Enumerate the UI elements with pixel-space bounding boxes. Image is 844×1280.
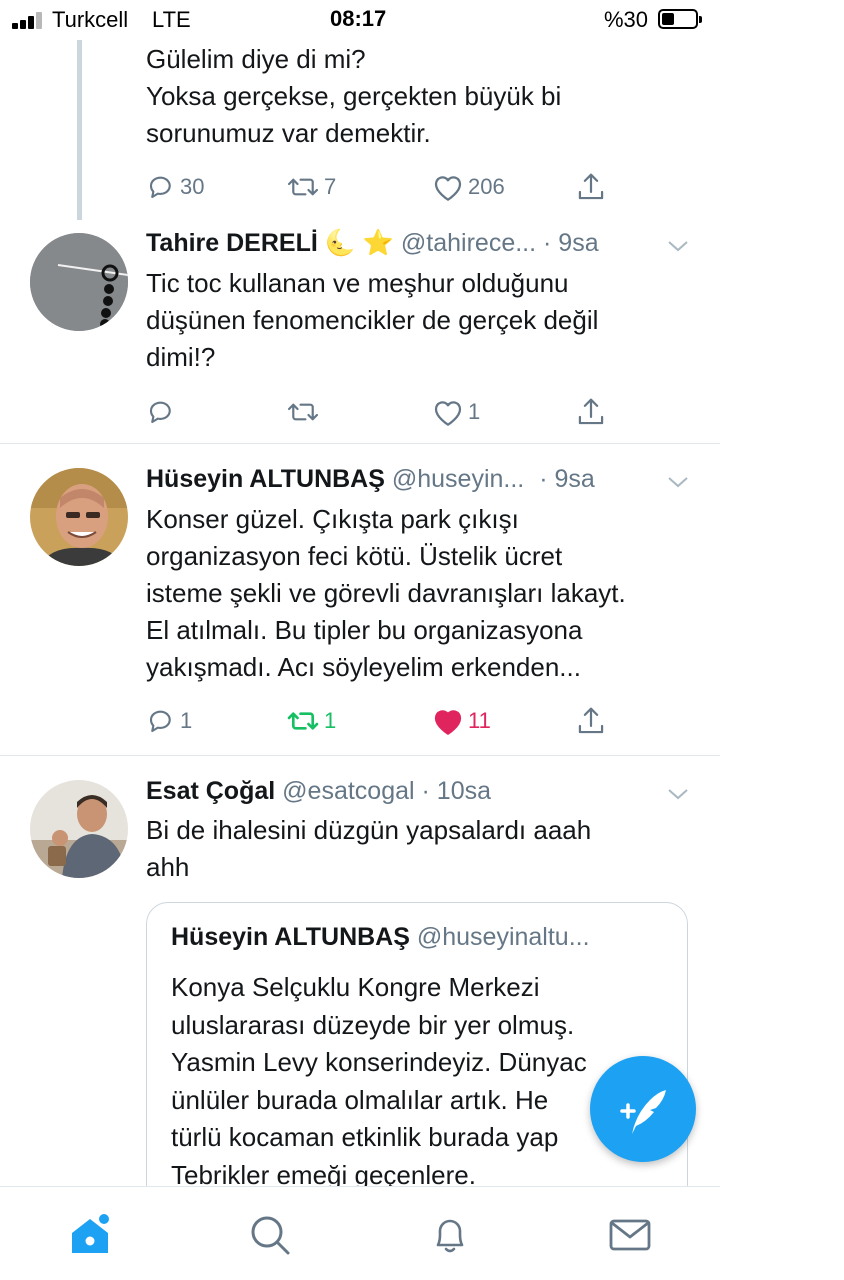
retweet-button[interactable]: 7 [286,170,336,204]
twitter-timeline-screen: Turkcell LTE 08:17 %30 Gülelim diye di m… [0,0,720,1280]
compose-tweet-icon [620,1090,666,1134]
avatar[interactable] [30,468,128,566]
share-icon [578,173,604,200]
reply-button[interactable] [146,395,180,429]
tweet-actions: 1 1 11 [146,704,616,738]
retweet-count: 1 [324,708,337,733]
like-button[interactable]: 206 [432,170,505,204]
signal-strength-icon [12,11,46,29]
bell-icon [436,1219,464,1253]
home-icon [72,1214,109,1253]
display-name[interactable]: Esat Çoğal [146,777,275,805]
tweet-body: Konser güzel. Çıkışta park çıkışı organi… [146,501,626,686]
tab-search[interactable] [246,1211,294,1259]
tweet-body: Gülelim diye di mi? Yoksa gerçekse, gerç… [146,41,561,152]
user-handle[interactable]: @esatcogal [282,777,414,805]
like-button[interactable]: 11 [432,704,491,738]
display-name[interactable]: Tahire DERELİ [146,229,318,257]
tweet-actions: 30 7 206 [146,170,616,204]
like-count: 11 [468,708,491,733]
tweet-text-line: Yoksa gerçekse, gerçekten büyük bi [146,81,562,111]
tweet-text-line: Bi de ihalesini düzgün yapsalardı aaah [146,815,592,845]
retweet-button[interactable]: 1 [286,704,336,738]
tweet-body: Tic toc kullanan ve meşhur olduğunu düşü… [146,265,598,376]
like-count: 1 [468,399,481,424]
tweet-text-line: düşünen fenomencikler de gerçek değil [146,305,599,335]
quoted-text-line: Konya Selçuklu Kongre Merkezi [171,972,540,1002]
tab-notifications[interactable] [426,1211,474,1259]
status-bar: Turkcell LTE 08:17 %30 [0,0,720,40]
heart-icon [434,710,462,735]
like-count: 206 [468,174,505,199]
tweet-header: Hüseyin ALTUNBAŞ @huseyin... · 9sa [146,465,595,494]
reply-count: 1 [180,708,193,733]
tab-messages[interactable] [606,1211,654,1259]
reply-button[interactable]: 1 [146,704,192,738]
retweet-icon [287,403,319,421]
reply-icon [149,710,171,733]
name-emoji: 🌜 ⭐ [324,229,394,257]
tweet-header: Tahire DERELİ 🌜 ⭐ @tahirece... · 9sa [146,229,599,258]
tweet-text-line: Tic toc kullanan ve meşhur olduğunu [146,268,569,298]
like-button[interactable]: 1 [432,395,480,429]
tweet-divider [0,443,720,444]
search-icon [251,1216,290,1255]
share-button[interactable] [576,704,606,738]
tweet-body: Bi de ihalesini düzgün yapsalardı aaah a… [146,812,591,886]
mail-icon [609,1219,651,1251]
heart-icon [434,176,462,201]
reply-button[interactable]: 30 [146,170,204,204]
reply-icon [149,176,171,199]
display-name[interactable]: Hüseyin ALTUNBAŞ [146,465,385,493]
quoted-display-name: Hüseyin ALTUNBAŞ [171,923,410,951]
reply-count: 30 [180,174,205,199]
share-icon [578,398,604,425]
avatar[interactable] [30,233,128,331]
tweet-text-line: El atılmalı. Bu tipler bu organizasyona [146,615,583,645]
network-type: LTE [152,7,191,32]
battery-percentage: %30 [604,7,649,32]
tweet-text-line: dimi!? [146,342,216,372]
retweet-icon [287,712,319,730]
quoted-tweet-header: Hüseyin ALTUNBAŞ @huseyinaltu... [171,923,590,952]
tweet-header: Esat Çoğal @esatcogal · 10sa [146,777,491,806]
retweet-count: 7 [324,174,337,199]
quoted-user-handle: @huseyinaltu... [416,923,590,951]
user-handle[interactable]: @tahirece... [401,229,536,257]
bottom-tab-bar [0,1186,720,1280]
chevron-down-icon[interactable] [666,786,690,802]
share-button[interactable] [576,170,606,204]
thread-connector-line [77,40,82,220]
chevron-down-icon[interactable] [666,474,690,490]
chevron-down-icon[interactable] [666,238,690,254]
share-icon [578,707,604,734]
tab-home[interactable] [66,1211,114,1259]
tweet-text-line: isteme şekli ve görevli davranışları lak… [146,578,626,608]
carrier-name: Turkcell [52,7,129,32]
share-button[interactable] [576,395,606,429]
tweet-actions: 1 [146,395,616,429]
tweet-text-line: Gülelim diye di mi? [146,44,366,74]
tweet-text-line: ahh [146,852,190,882]
retweet-button[interactable] [286,395,324,429]
user-handle[interactable]: @huseyin... [392,465,524,493]
clock: 08:17 [330,6,387,31]
tweet-time: · 9sa [539,465,595,493]
avatar[interactable] [30,780,128,878]
tweet-text-line: sorunumuz var demektir. [146,118,431,148]
tweet-text-line: organizasyon feci kötü. Üstelik ücret [146,541,563,571]
tweet-time: · 10sa [421,777,491,805]
tweet-divider [0,755,720,756]
battery-icon [658,9,702,29]
reply-icon [149,401,171,424]
tweet-text-line: Konser güzel. Çıkışta park çıkışı [146,504,519,534]
retweet-icon [287,178,319,196]
tweet-time: · 9sa [543,229,599,257]
compose-tweet-button[interactable] [590,1056,696,1162]
heart-icon [434,401,462,426]
quoted-text-line: uluslararası düzeyde bir yer olmuş. [171,1009,575,1040]
tweet-text-line: yakışmadı. Acı söyleyelim erkenden... [146,652,581,682]
